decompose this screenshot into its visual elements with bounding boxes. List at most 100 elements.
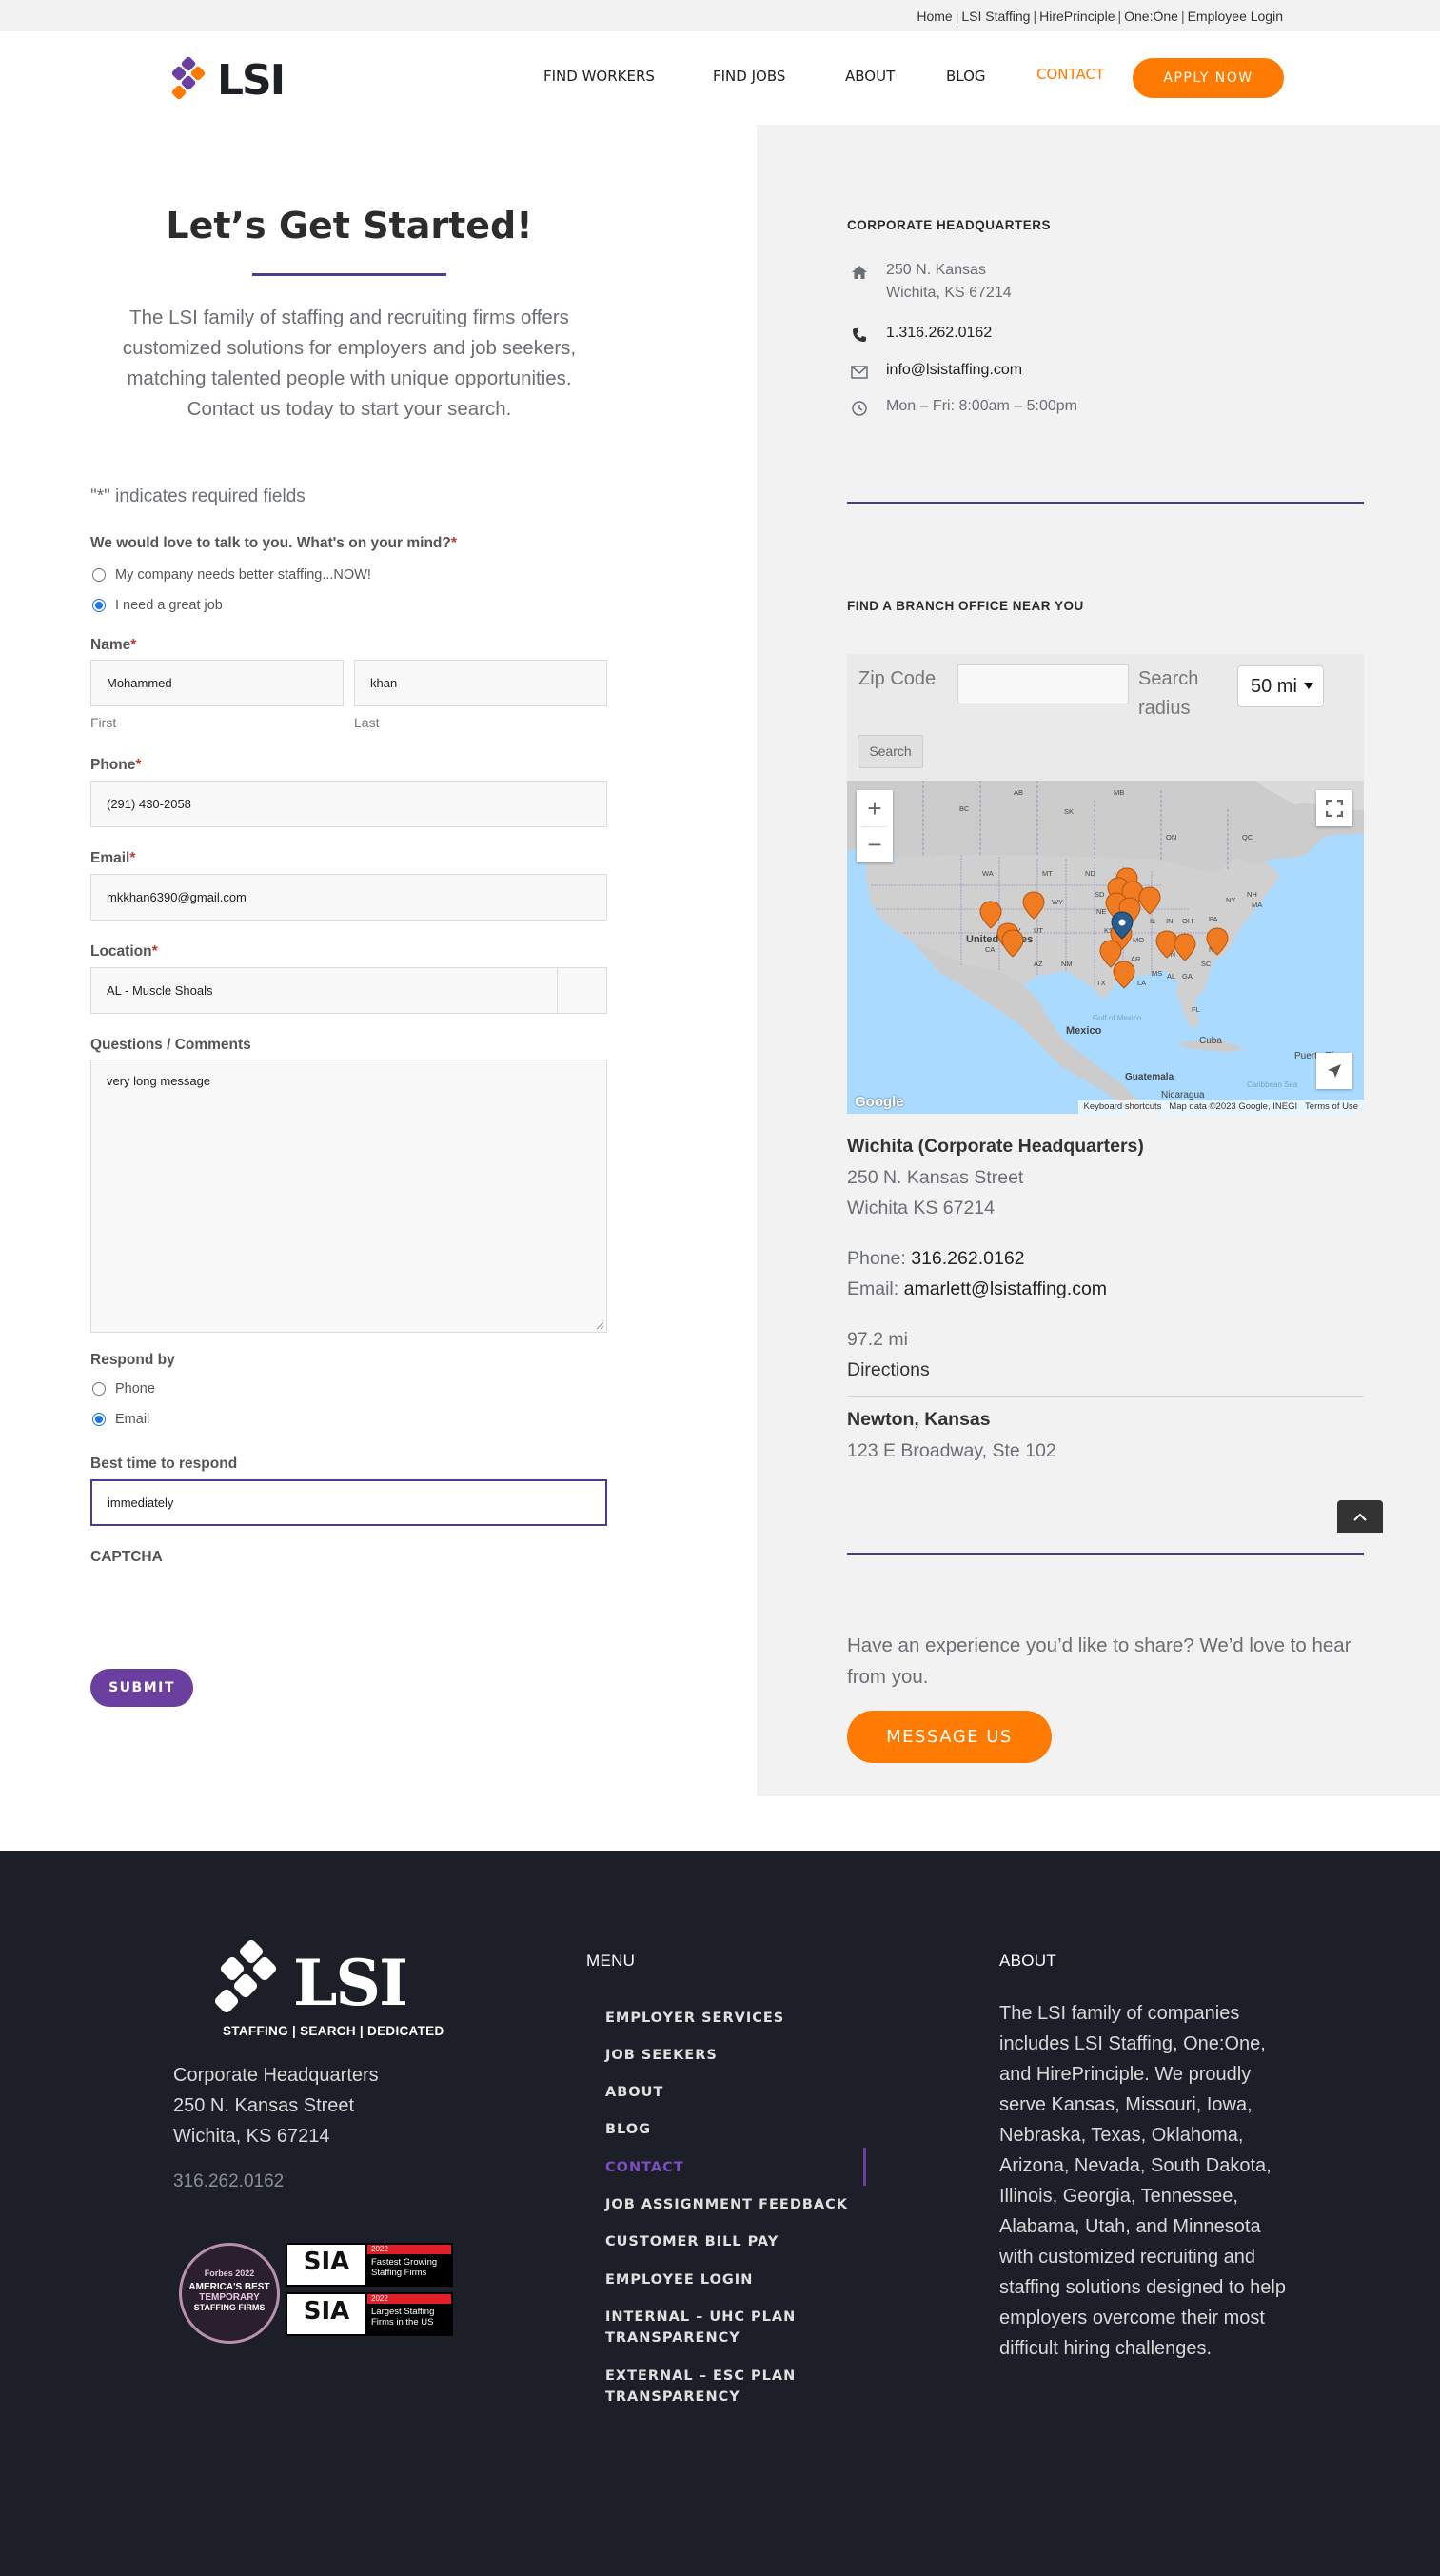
respond-phone-option[interactable]: Phone [92,1381,155,1397]
radio-button-selected[interactable] [92,599,106,612]
radio-button[interactable] [92,1382,106,1396]
lsi-logo[interactable]: LSI [169,54,303,106]
footer-menu-external-esc[interactable]: EXTERNAL – ESC PLAN TRANSPARENCY [605,2366,853,2408]
badge-line: STAFFING FIRMS [193,2303,266,2312]
title-divider [252,273,446,276]
site-footer: LSI STAFFING | SEARCH | DEDICATED Corpor… [0,1851,1440,2576]
footer-menu-internal-uhc[interactable]: INTERNAL – UHC PLAN TRANSPARENCY [605,2307,853,2348]
footer-menu-employer-services[interactable]: EMPLOYER SERVICES [605,2008,784,2029]
phone-label: Phone* [90,757,141,774]
hq-phone[interactable]: 1.316.262.0162 [850,325,992,345]
required-mark: * [129,850,136,866]
footer-about-text: The LSI family of companies includes LSI… [999,2003,1286,2359]
svg-text:TX: TX [1096,979,1106,987]
sia-text: Largest Staffing Firms in the US [371,2307,435,2328]
required-mark: * [130,637,137,653]
label-text: Location [90,943,152,960]
utility-link-home[interactable]: Home [917,9,952,24]
hq-email[interactable]: info@lsistaffing.com [850,362,1022,382]
utility-link-employee-login[interactable]: Employee Login [1188,9,1283,24]
terms-link[interactable]: Terms of Use [1305,1101,1358,1112]
footer-menu-about[interactable]: ABOUT [605,2082,663,2103]
best-time-input[interactable]: immediately [90,1479,607,1526]
footer-logo-wordmark: LSI [293,1946,408,2020]
radio-option-job[interactable]: I need a great job [92,598,223,613]
footer-logo[interactable]: LSI [209,1940,428,2020]
radius-value: 50 mi [1251,676,1297,697]
svg-text:CA: CA [985,945,995,954]
svg-text:MA: MA [1252,901,1262,909]
label-text: Email [90,850,130,866]
utility-link-lsi-staffing[interactable]: LSI Staffing [961,9,1030,24]
svg-text:PA: PA [1209,915,1217,923]
apply-now-button[interactable]: APPLY NOW [1133,58,1284,98]
branch-email-link[interactable]: amarlett@lsistaffing.com [904,1278,1107,1299]
utility-link-hireprinciple[interactable]: HirePrinciple [1039,9,1115,24]
hq-email-address[interactable]: info@lsistaffing.com [886,362,1022,379]
lsi-logo-mark-icon [214,1940,277,2013]
utility-link-oneone[interactable]: One:One [1124,9,1178,24]
footer-tagline: STAFFING | SEARCH | DEDICATED [223,2024,444,2038]
radius-select[interactable]: 50 mi [1237,665,1324,707]
comments-textarea[interactable]: very long message [90,1060,607,1333]
radio-button[interactable] [92,568,106,582]
resize-handle-icon[interactable] [595,1320,604,1330]
svg-text:MS: MS [1152,969,1162,978]
address-line: Wichita, KS 67214 [173,2126,330,2147]
home-icon [850,263,869,282]
svg-text:QC: QC [1242,833,1253,842]
footer-menu-employee-login[interactable]: EMPLOYEE LOGIN [605,2269,753,2290]
footer-menu-contact[interactable]: CONTACT [605,2157,684,2178]
branch-result-distance: 97.2 mi [847,1329,908,1350]
submit-button[interactable]: SUBMIT [90,1669,193,1707]
keyboard-shortcuts-link[interactable]: Keyboard shortcuts [1084,1101,1162,1112]
nav-find-workers[interactable]: FIND WORKERS [543,68,655,85]
last-name-sublabel: Last [354,715,380,730]
last-name-input[interactable]: khan [354,660,607,706]
select-arrow[interactable] [557,968,606,1013]
fullscreen-icon[interactable] [1316,790,1352,826]
search-radius-label-2: radius [1138,698,1191,719]
footer-phone[interactable]: 316.262.0162 [173,2171,284,2192]
radio-option-staffing[interactable]: My company needs better staffing...NOW! [92,567,371,583]
branch-phone-link[interactable]: 316.262.0162 [911,1248,1024,1269]
branch-search-button[interactable]: Search [858,735,923,768]
map-canvas[interactable]: United States Mexico Cuba Puerto Rico Gu… [847,781,1364,1114]
page-title: Let’s Get Started! [166,205,533,247]
footer-menu-customer-bill-pay[interactable]: CUSTOMER BILL PAY [605,2231,779,2252]
phone-input[interactable]: (291) 430-2058 [90,781,607,827]
footer-menu-job-seekers[interactable]: JOB SEEKERS [605,2045,718,2066]
nav-blog[interactable]: BLOG [946,68,986,85]
nav-contact[interactable]: CONTACT [1036,66,1104,83]
footer-address: Corporate Headquarters 250 N. Kansas Str… [173,2060,379,2151]
directions-link[interactable]: Directions [847,1359,930,1381]
zip-code-input[interactable] [957,664,1129,703]
radio-button-selected[interactable] [92,1413,106,1426]
sia-logo: SIA [287,2245,365,2285]
svg-text:NE: NE [1096,907,1106,916]
site-header: LSI FIND WORKERS FIND JOBS ABOUT BLOG CO… [0,31,1440,125]
first-name-input[interactable]: Mohammed [90,660,344,706]
branch-result-city: Wichita KS 67214 [847,1198,996,1219]
nav-about[interactable]: ABOUT [845,68,895,85]
hq-phone-number[interactable]: 1.316.262.0162 [886,325,992,342]
zoom-in-icon[interactable]: + [867,790,881,826]
location-select[interactable]: AL - Muscle Shoals [90,967,607,1014]
zoom-out-icon[interactable]: − [861,826,888,862]
nav-find-jobs[interactable]: FIND JOBS [713,68,785,85]
my-location-icon[interactable] [1316,1053,1352,1089]
respond-email-option[interactable]: Email [92,1412,149,1427]
svg-text:SC: SC [1201,960,1212,968]
svg-text:SD: SD [1095,890,1105,899]
required-mark: * [151,943,158,960]
label-text: We would love to talk to you. What's on … [90,535,451,551]
footer-menu-blog[interactable]: BLOG [605,2119,651,2140]
best-time-label: Best time to respond [90,1456,238,1472]
branch-map[interactable]: United States Mexico Cuba Puerto Rico Gu… [847,781,1364,1114]
email-input[interactable]: mkkhan6390@gmail.com [90,874,607,921]
scroll-to-top-button[interactable] [1337,1500,1383,1533]
search-radius-label-1: Search [1138,668,1199,689]
sia-text: Fastest Growing Staffing Firms [371,2257,438,2278]
message-us-button[interactable]: MESSAGE US [847,1711,1052,1763]
footer-menu-job-assignment-feedback[interactable]: JOB ASSIGNMENT FEEDBACK [605,2194,848,2215]
